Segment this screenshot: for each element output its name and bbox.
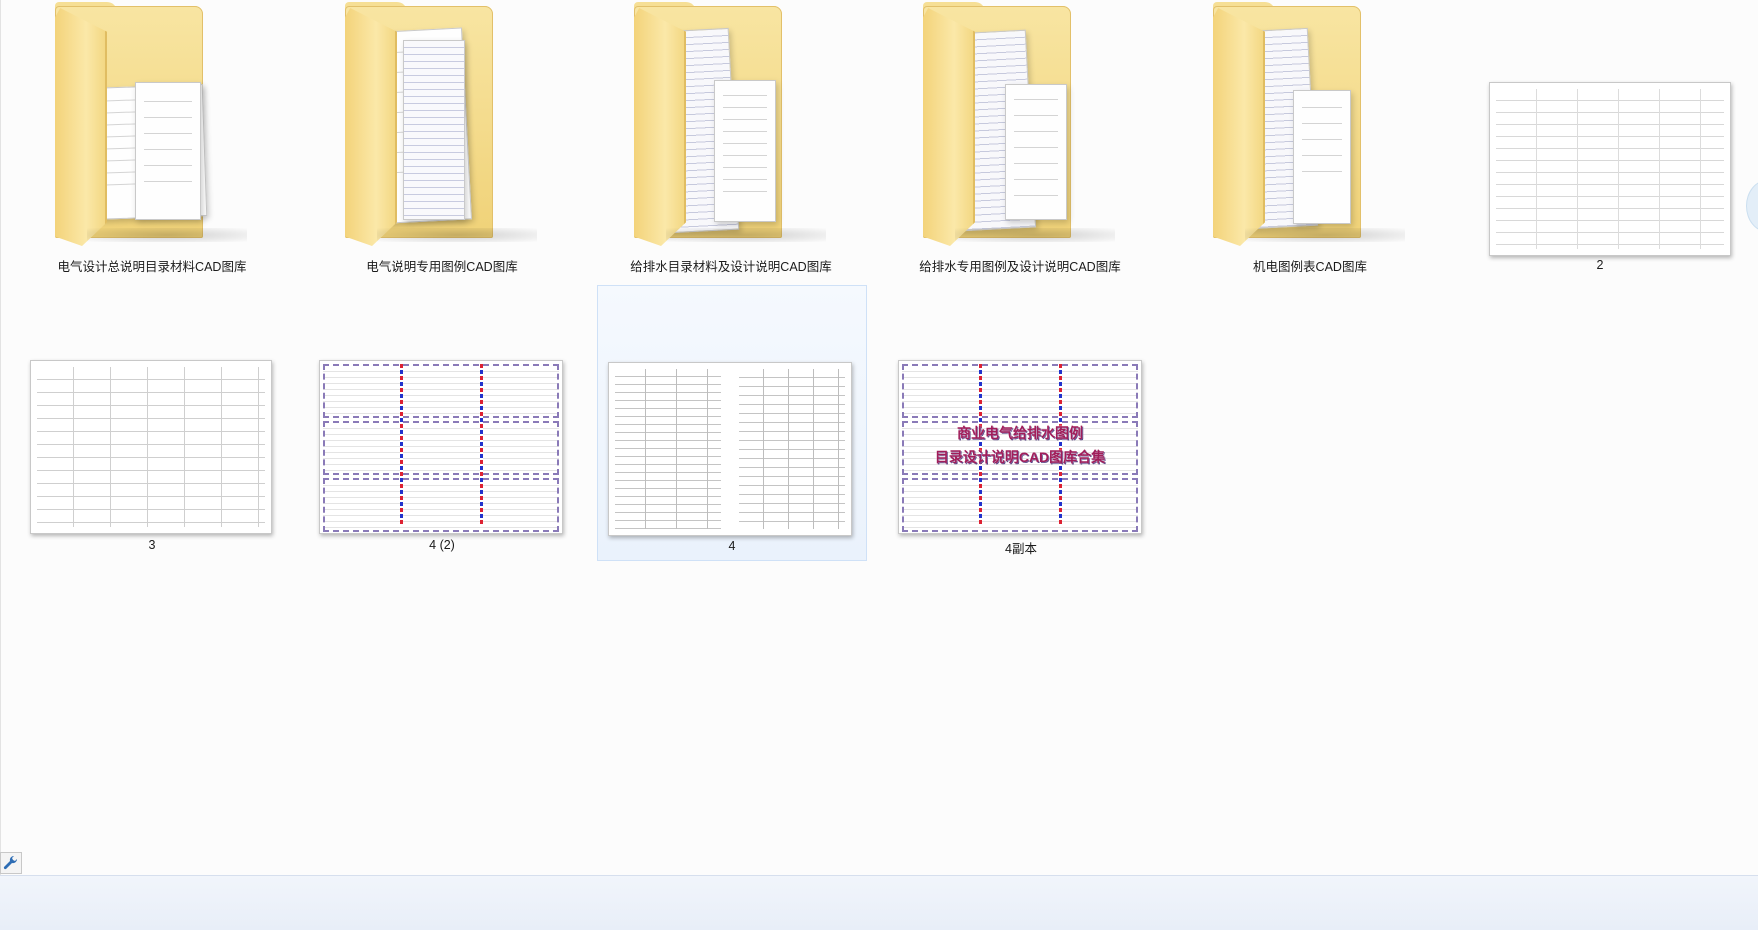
image-file-item[interactable]: 4 (2) [307, 280, 577, 556]
status-bar [0, 875, 1758, 930]
folder-item[interactable]: 给排水目录材料及设计说明CAD图库 [596, 0, 866, 276]
scroll-indicator[interactable] [1746, 180, 1758, 232]
folder-icon [307, 0, 557, 255]
overlay-subtitle-line: 目录设计说明CAD图库合集 [934, 449, 1106, 465]
folder-item[interactable]: 机电图例表CAD图库 [1175, 0, 1445, 276]
image-file-item[interactable]: 3 [17, 280, 287, 556]
file-view: 电气设计总说明目录材料CAD图库 电气说明专用图例CAD图库 给排水目录材料及设… [0, 0, 1758, 875]
file-label: 4 [728, 539, 736, 553]
folder-label: 给排水专用图例及设计说明CAD图库 [919, 260, 1121, 274]
folder-icon [17, 0, 267, 255]
image-file-item[interactable]: 商业电气给排水图例 目录设计说明CAD图库合集 4副本 [886, 280, 1156, 556]
folder-label: 机电图例表CAD图库 [1253, 260, 1367, 274]
image-thumbnail [1475, 0, 1731, 256]
file-label: 4副本 [1005, 542, 1037, 556]
folder-label: 电气设计总说明目录材料CAD图库 [57, 260, 247, 274]
image-thumbnail [317, 280, 567, 535]
overlay-title-line: 商业电气给排水图例 [957, 425, 1083, 441]
folder-label: 电气说明专用图例CAD图库 [366, 260, 518, 274]
image-file-item[interactable]: 2 [1465, 0, 1735, 276]
folder-icon [596, 0, 846, 255]
file-label: 4 (2) [429, 538, 455, 552]
pane-divider [0, 0, 1, 875]
file-label: 2 [1596, 258, 1604, 272]
wrench-icon[interactable] [0, 852, 22, 874]
folder-item[interactable]: 给排水专用图例及设计说明CAD图库 [885, 0, 1155, 276]
folder-item[interactable]: 电气说明专用图例CAD图库 [307, 0, 577, 276]
folder-icon [885, 0, 1135, 255]
image-thumbnail [608, 286, 858, 541]
file-label: 3 [148, 538, 156, 552]
folder-label: 给排水目录材料及设计说明CAD图库 [630, 260, 832, 274]
image-thumbnail: 商业电气给排水图例 目录设计说明CAD图库合集 [896, 280, 1146, 535]
folder-icon [1175, 0, 1425, 255]
folder-item[interactable]: 电气设计总说明目录材料CAD图库 [17, 0, 287, 276]
image-thumbnail [27, 280, 277, 535]
image-file-item-selected[interactable]: 4 [597, 285, 867, 561]
